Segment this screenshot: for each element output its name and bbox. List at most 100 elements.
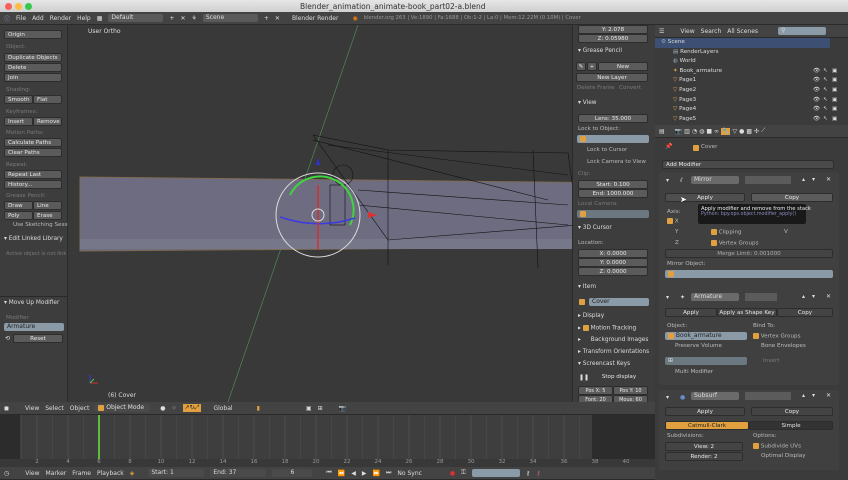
lens-field[interactable]: Lens: 35.000 (578, 114, 648, 123)
armature-apply-button[interactable]: Apply (665, 308, 717, 317)
outliner-item[interactable]: ▽ Page4 👁 ↖ ▣ (655, 105, 848, 115)
auto-key-icon[interactable]: ● (450, 470, 455, 477)
outliner-item[interactable]: ▤ RenderLayers (655, 48, 848, 58)
mirror-apply-button[interactable]: Apply (665, 193, 745, 202)
manipulator-icon[interactable]: ↗↻⤢ (182, 404, 202, 412)
selectable-icon[interactable]: ↖ (823, 105, 828, 115)
lock-camera-checkbox[interactable]: Lock Camera to View (587, 159, 646, 165)
merge-limit-field[interactable]: Merge Limit: 0.001000 (665, 249, 833, 258)
move-down-icon[interactable]: ▾ (812, 392, 815, 399)
outliner-item[interactable]: ▽ Page1 👁 ↖ ▣ (655, 76, 848, 86)
plus-icon[interactable]: + (587, 62, 597, 71)
mirror-object-field[interactable] (665, 270, 833, 278)
pos-x-field[interactable]: Pos X: 5 (578, 386, 613, 395)
selectable-icon[interactable]: ↖ (823, 86, 828, 96)
transform-orientation-select[interactable]: Global (213, 405, 232, 412)
axis-y-checkbox[interactable]: Y (675, 229, 678, 235)
outliner-view-menu[interactable]: View (680, 28, 694, 35)
outliner-search-input[interactable]: ⚲ (778, 27, 827, 35)
minimize-window-button[interactable] (15, 2, 22, 10)
mirror-display-toggles[interactable] (745, 176, 791, 184)
renderable-icon[interactable]: ▣ (832, 76, 837, 86)
preview-range-icon[interactable]: ◈ (130, 470, 135, 477)
clipping-checkbox[interactable]: Clipping (711, 229, 742, 236)
modifiers-tab-icon[interactable]: 🔧 (721, 127, 731, 135)
pencil-icon[interactable]: ✎ (576, 62, 586, 71)
menu-file[interactable]: File (16, 15, 26, 22)
material-tab-icon[interactable]: ● (739, 128, 744, 135)
item-name-field[interactable]: Cover (589, 298, 649, 306)
pin-icon[interactable]: 📌 (665, 143, 672, 150)
renderable-icon[interactable]: ▣ (832, 115, 837, 125)
preserve-volume-checkbox[interactable]: Preserve Volume (675, 343, 722, 349)
multi-modifier-checkbox[interactable]: Multi Modifier (675, 369, 713, 375)
collapse-icon[interactable]: ▾ (666, 394, 669, 401)
start-frame-field[interactable]: Start: 1 (148, 469, 205, 477)
end-frame-field[interactable]: End: 37 (210, 469, 267, 477)
menu-add[interactable]: Add (32, 15, 44, 22)
cursor-y-field[interactable]: Y: 0.0000 (578, 258, 648, 267)
properties-editor-icon[interactable]: ▤ (659, 128, 665, 135)
subsurf-copy-button[interactable]: Copy (751, 407, 833, 416)
outliner-search-menu[interactable]: Search (701, 28, 722, 35)
axis-z-checkbox[interactable]: Z (675, 240, 679, 246)
v-checkbox[interactable]: V (784, 229, 788, 235)
object-tab-icon[interactable]: ■ (706, 128, 712, 135)
close-window-button[interactable] (5, 2, 12, 10)
calculate-paths-button[interactable]: Calculate Paths (4, 138, 62, 147)
remove-scene-icon[interactable]: ✕ (275, 15, 280, 22)
object-menu[interactable]: Object (70, 405, 90, 412)
visibility-eye-icon[interactable]: 👁 (813, 76, 820, 86)
scene-tab-icon[interactable]: ◔ (692, 128, 697, 135)
constraints-tab-icon[interactable]: ∞ (714, 128, 719, 135)
keying-set-field[interactable] (471, 469, 520, 477)
background-images-panel[interactable]: ▸ Background Images (578, 337, 648, 343)
view-panel[interactable]: ▾ View (578, 100, 597, 106)
axis-x-checkbox[interactable]: X (667, 218, 679, 225)
edit-linked-library-panel[interactable]: ▾ Edit Linked Library (4, 236, 63, 242)
visibility-eye-icon[interactable]: 👁 (813, 86, 820, 96)
cursor-z-field[interactable]: Z: 0.0000 (578, 267, 648, 276)
3d-view-editor-icon[interactable]: ◼ (4, 405, 9, 412)
zoom-window-button[interactable] (25, 2, 32, 10)
outliner-item[interactable]: ▽ Page5 👁 ↖ ▣ (655, 115, 848, 125)
timeline-editor-icon[interactable]: ◷ (4, 470, 9, 477)
clip-end-field[interactable]: End: 1000.000 (578, 189, 648, 198)
outliner-item[interactable]: ◍ World (655, 57, 848, 67)
subsurf-apply-button[interactable]: Apply (665, 407, 745, 416)
remove-keyframe-button[interactable]: Remove (33, 117, 62, 126)
convert-button[interactable]: Convert (619, 85, 641, 91)
duplicate-objects-button[interactable]: Duplicate Objects (4, 53, 62, 62)
jump-end-icon[interactable]: ⏭ (386, 469, 391, 477)
jump-start-icon[interactable]: ⏮ (326, 469, 331, 477)
mode-select[interactable]: Object Mode (95, 404, 151, 412)
render-preview-icon[interactable]: 📷 (339, 405, 346, 412)
select-menu[interactable]: Select (45, 405, 64, 412)
world-tab-icon[interactable]: ◍ (699, 128, 704, 135)
move-up-icon[interactable]: ▴ (802, 176, 805, 183)
data-tab-icon[interactable]: ▽ (732, 128, 737, 135)
layers-icon[interactable]: ▮ (257, 405, 260, 412)
play-icon[interactable]: ▶ (362, 470, 367, 477)
lock-object-field[interactable] (577, 135, 649, 143)
apply-shape-key-button[interactable]: Apply as Shape Key (717, 308, 777, 317)
stop-display-button[interactable]: Stop display (589, 373, 649, 382)
texture-tab-icon[interactable]: ▩ (746, 128, 752, 135)
subdivide-uvs-checkbox[interactable]: Subdivide UVs (753, 443, 801, 450)
insert-keyframe-button[interactable]: Insert (4, 117, 33, 126)
timeline[interactable]: 2 4 6 8 10 12 14 16 18 20 22 24 26 28 30 32 34 36 38 40 (0, 415, 655, 467)
visibility-eye-icon[interactable]: 👁 (813, 67, 820, 77)
particles-tab-icon[interactable]: ✣ (754, 128, 759, 135)
selectable-icon[interactable]: ↖ (823, 76, 828, 86)
outliner-item[interactable]: ✦ Book_armature 👁 ↖ ▣ (655, 67, 848, 77)
render-layers-tab-icon[interactable]: ▥ (684, 128, 690, 135)
remove-modifier-icon[interactable]: ✕ (826, 392, 831, 399)
transform-orientations-panel[interactable]: ▸ Transform Orientations (578, 349, 649, 355)
pos-y-field[interactable]: Pos Y: 10 (613, 386, 648, 395)
info-editor-icon[interactable]: ⓘ (4, 14, 10, 23)
selectable-icon[interactable]: ↖ (823, 96, 828, 106)
new-gp-button[interactable]: New (598, 62, 648, 71)
remove-modifier-icon[interactable]: ✕ (826, 293, 831, 300)
simple-button[interactable]: Simple (749, 421, 833, 430)
operator-panel[interactable]: ▾ Move Up Modifier (4, 300, 59, 306)
